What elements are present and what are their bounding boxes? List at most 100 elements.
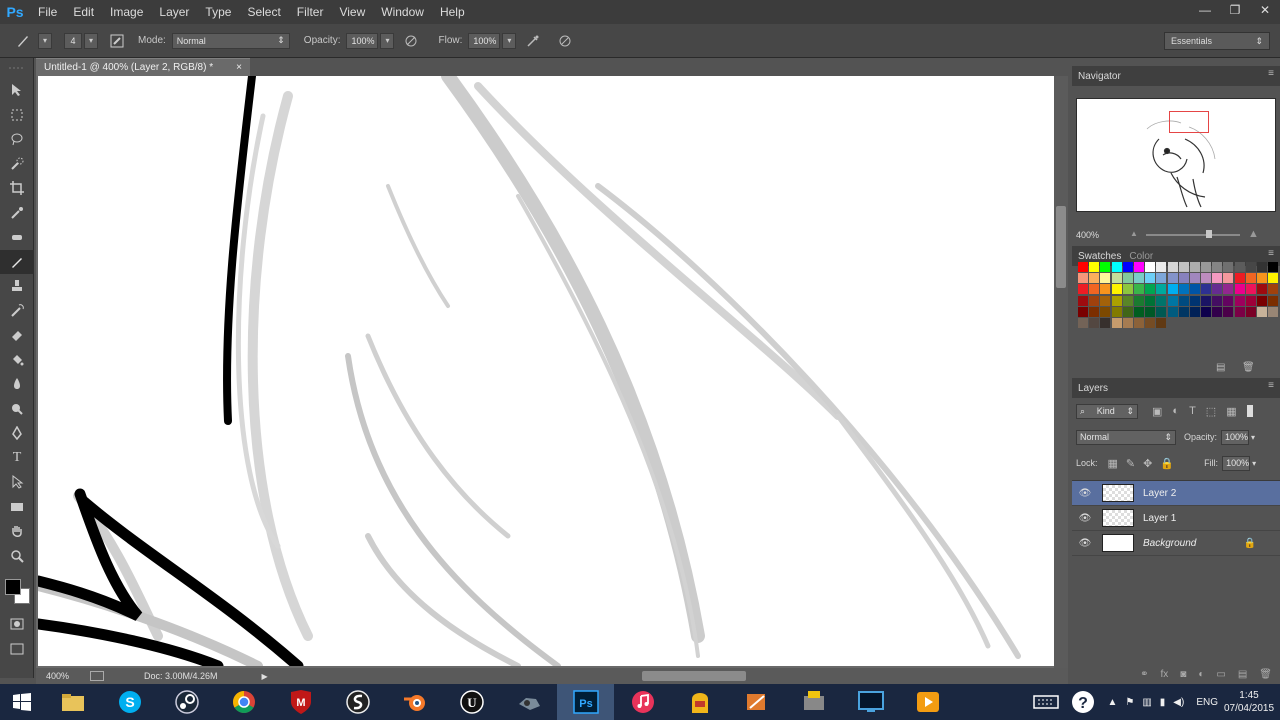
screen-mode-icon[interactable] — [0, 637, 34, 662]
graphics-app-icon[interactable] — [728, 684, 785, 720]
zoom-out-icon[interactable]: ▲ — [1130, 229, 1138, 238]
color-swatch[interactable] — [1223, 306, 1234, 317]
filter-smart-object-icon[interactable]: ▦ — [1226, 405, 1236, 418]
color-swatch[interactable] — [1234, 295, 1245, 306]
color-swatch[interactable] — [1111, 273, 1122, 284]
color-swatch[interactable] — [1156, 273, 1167, 284]
hand-tool-icon[interactable] — [0, 519, 34, 544]
eye-icon[interactable]: 👁 — [1072, 506, 1098, 531]
navigator-zoom-knob[interactable] — [1206, 230, 1212, 238]
flag-icon[interactable]: ⚑ — [1125, 697, 1134, 708]
photoshop-taskbar-icon[interactable]: Ps — [557, 684, 614, 720]
menu-image[interactable]: Image — [102, 0, 151, 24]
blur-tool-icon[interactable] — [0, 372, 34, 397]
color-swatch[interactable] — [1223, 262, 1234, 272]
file-explorer-icon[interactable] — [44, 684, 101, 720]
brush-preset-icon[interactable] — [10, 28, 36, 54]
pressure-opacity-icon[interactable] — [398, 28, 424, 54]
color-swatch[interactable] — [1245, 306, 1256, 317]
filter-adjustment-icon[interactable]: ◐ — [1172, 405, 1179, 417]
add-mask-icon[interactable]: ◙ — [1180, 669, 1186, 680]
color-swatch[interactable] — [1122, 262, 1133, 272]
color-swatch[interactable] — [1100, 317, 1111, 328]
lasso-tool-icon[interactable] — [0, 127, 34, 152]
color-swatch[interactable] — [1201, 295, 1212, 306]
color-swatch[interactable] — [1178, 306, 1189, 317]
color-swatch[interactable] — [1078, 284, 1088, 295]
new-swatch-icon[interactable]: ▤ — [1216, 362, 1225, 373]
pressure-size-icon[interactable] — [552, 28, 578, 54]
tools-panel-grip[interactable] — [0, 58, 34, 78]
color-swatch[interactable] — [1111, 306, 1122, 317]
color-swatch[interactable] — [1167, 295, 1178, 306]
marquee-tool-icon[interactable] — [0, 103, 34, 128]
airbrush-icon[interactable] — [520, 28, 546, 54]
color-swatches[interactable] — [0, 568, 34, 612]
dodge-tool-icon[interactable] — [0, 397, 34, 422]
color-swatch[interactable] — [1234, 284, 1245, 295]
color-swatch[interactable] — [1156, 284, 1167, 295]
menu-file[interactable]: File — [30, 0, 65, 24]
media-app-icon[interactable] — [785, 684, 842, 720]
color-swatch[interactable] — [1078, 273, 1088, 284]
color-swatch[interactable] — [1223, 284, 1234, 295]
chrome-icon[interactable] — [215, 684, 272, 720]
menu-edit[interactable]: Edit — [65, 0, 102, 24]
video-player-icon[interactable] — [899, 684, 956, 720]
pen-tool-icon[interactable] — [0, 421, 34, 446]
color-swatch[interactable] — [1089, 262, 1100, 272]
new-group-icon[interactable]: ▭ — [1216, 669, 1225, 680]
status-info-icon[interactable] — [90, 671, 104, 681]
color-swatch[interactable] — [1189, 295, 1200, 306]
healing-brush-tool-icon[interactable] — [0, 225, 34, 250]
horizontal-scroll-thumb[interactable] — [642, 671, 746, 681]
delete-swatch-icon[interactable]: 🗑 — [1242, 362, 1255, 373]
close-button[interactable]: ✕ — [1250, 0, 1280, 20]
brush-size-field[interactable]: 4 — [64, 32, 82, 49]
flow-dropdown[interactable]: ▾ — [502, 32, 517, 49]
color-swatch[interactable] — [1212, 273, 1223, 284]
panel-menu-icon[interactable]: ≡ — [1268, 380, 1274, 391]
adjustment-layer-icon[interactable]: ◐ — [1198, 669, 1204, 680]
color-swatch[interactable] — [1100, 306, 1111, 317]
color-swatch[interactable] — [1223, 273, 1234, 284]
vertical-scroll-thumb[interactable] — [1056, 206, 1066, 288]
color-swatch[interactable] — [1189, 262, 1200, 272]
paint-bucket-tool-icon[interactable] — [0, 348, 34, 373]
color-swatch[interactable] — [1167, 284, 1178, 295]
brush-preset-dropdown[interactable]: ▾ — [38, 32, 52, 49]
vertical-scrollbar[interactable] — [1054, 76, 1068, 668]
navigator-preview[interactable] — [1076, 98, 1276, 212]
menu-filter[interactable]: Filter — [289, 0, 332, 24]
unreal-engine-icon[interactable]: U — [443, 684, 500, 720]
network-icon[interactable]: ▥ — [1142, 697, 1151, 708]
color-swatch[interactable] — [1089, 317, 1100, 328]
filter-shape-icon[interactable]: ⬚ — [1206, 405, 1216, 418]
color-swatch[interactable] — [1145, 295, 1156, 306]
color-swatch[interactable] — [1234, 306, 1245, 317]
color-swatch[interactable] — [1133, 284, 1144, 295]
layer-row[interactable]: 👁 Layer 1 — [1072, 506, 1280, 531]
color-swatch[interactable] — [1245, 262, 1256, 272]
color-swatch[interactable] — [1111, 295, 1122, 306]
volume-icon[interactable]: ◀) — [1173, 697, 1184, 708]
layer-row[interactable]: 👁 Background 🔒 — [1072, 531, 1280, 556]
color-swatch[interactable] — [1268, 262, 1279, 272]
color-swatch[interactable] — [1268, 273, 1279, 284]
swatches-tab[interactable]: Swatches — [1078, 251, 1129, 262]
color-swatch[interactable] — [1145, 273, 1156, 284]
brush-size-dropdown[interactable]: ▾ — [84, 32, 98, 49]
color-swatch[interactable] — [1145, 317, 1156, 328]
quick-mask-icon[interactable] — [0, 612, 34, 637]
color-swatch[interactable] — [1189, 284, 1200, 295]
start-button[interactable] — [0, 684, 44, 720]
clone-stamp-tool-icon[interactable] — [0, 274, 34, 299]
color-swatch[interactable] — [1201, 284, 1212, 295]
color-swatch[interactable] — [1234, 273, 1245, 284]
color-swatch[interactable] — [1078, 262, 1088, 272]
layer-style-icon[interactable]: fx — [1161, 669, 1169, 680]
menu-view[interactable]: View — [331, 0, 373, 24]
color-swatch[interactable] — [1111, 262, 1122, 272]
menu-window[interactable]: Window — [373, 0, 432, 24]
blend-mode-select[interactable]: Normal ⇕ — [1076, 429, 1176, 445]
